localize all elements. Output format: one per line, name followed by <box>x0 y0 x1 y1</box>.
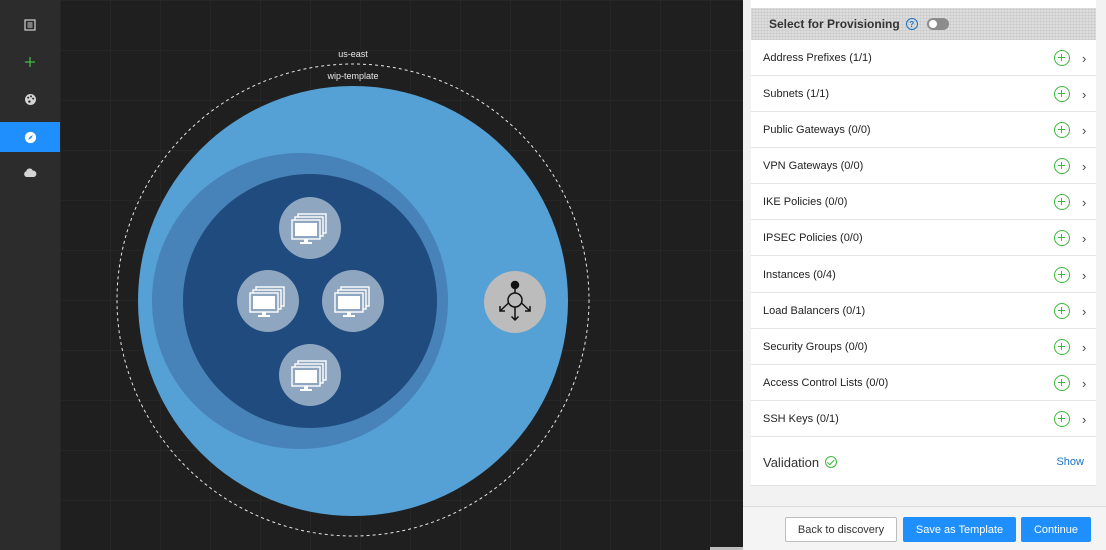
resource-row-load-balancers[interactable]: Load Balancers (0/1) › <box>751 293 1096 329</box>
resource-label: IKE Policies (0/0) <box>763 195 848 208</box>
resource-row-ipsec-policies[interactable]: IPSEC Policies (0/0) › <box>751 220 1096 256</box>
add-circle-icon[interactable] <box>1054 50 1070 66</box>
list-icon <box>24 19 36 31</box>
chevron-right-icon[interactable]: › <box>1082 195 1086 210</box>
resource-label: Access Control Lists (0/0) <box>763 376 889 389</box>
resource-row-security-groups[interactable]: Security Groups (0/0) › <box>751 329 1096 365</box>
resource-label: IPSEC Policies (0/0) <box>763 231 863 244</box>
resource-label: Subnets (1/1) <box>763 87 830 100</box>
add-circle-icon[interactable] <box>1054 230 1070 246</box>
check-circle-icon <box>825 456 838 468</box>
nav-list-button[interactable] <box>0 10 60 40</box>
instance-node[interactable] <box>322 270 384 332</box>
nav-add-button[interactable] <box>0 47 60 77</box>
add-circle-icon[interactable] <box>1054 339 1070 355</box>
chevron-right-icon[interactable]: › <box>1082 268 1086 283</box>
add-circle-icon[interactable] <box>1054 194 1070 210</box>
validation-row: Validation Show <box>751 442 1096 482</box>
panel-footer: Back to discovery Save as Template Conti… <box>743 506 1106 550</box>
continue-button[interactable]: Continue <box>1021 517 1091 542</box>
chevron-right-icon[interactable]: › <box>1082 340 1086 355</box>
nav-rail <box>0 0 60 550</box>
template-label: wip-template <box>327 71 379 81</box>
chevron-right-icon[interactable]: › <box>1082 304 1086 319</box>
resource-row-public-gateways[interactable]: Public Gateways (0/0) › <box>751 112 1096 148</box>
resource-row-subnets[interactable]: Subnets (1/1) › <box>751 76 1096 112</box>
nav-compass-button[interactable] <box>0 122 60 152</box>
instance-node[interactable] <box>279 197 341 259</box>
chevron-right-icon[interactable]: › <box>1082 123 1086 138</box>
resource-label: SSH Keys (0/1) <box>763 412 839 425</box>
add-circle-icon[interactable] <box>1054 303 1070 319</box>
resource-row-ike-policies[interactable]: IKE Policies (0/0) › <box>751 184 1096 220</box>
validation-label: Validation <box>763 454 820 470</box>
chevron-right-icon[interactable]: › <box>1082 159 1086 174</box>
provisioning-panel: Select for Provisioning ? Address Prefix… <box>743 0 1106 550</box>
toggle-knob <box>928 20 937 28</box>
diagram-svg <box>116 63 590 537</box>
add-circle-icon[interactable] <box>1054 122 1070 138</box>
plus-icon <box>25 57 35 67</box>
instance-node[interactable] <box>279 344 341 406</box>
palette-icon <box>24 93 36 105</box>
resource-label: Load Balancers (0/1) <box>763 304 866 317</box>
resource-row-address-prefixes[interactable]: Address Prefixes (1/1) › <box>751 40 1096 76</box>
resource-row-access-control-lists[interactable]: Access Control Lists (0/0) › <box>751 365 1096 401</box>
add-circle-icon[interactable] <box>1054 375 1070 391</box>
chevron-right-icon[interactable]: › <box>1082 51 1086 66</box>
resource-label: VPN Gateways (0/0) <box>763 159 864 172</box>
resource-row-vpn-gateways[interactable]: VPN Gateways (0/0) › <box>751 148 1096 184</box>
chevron-right-icon[interactable]: › <box>1082 376 1086 391</box>
add-circle-icon[interactable] <box>1054 86 1070 102</box>
add-circle-icon[interactable] <box>1054 267 1070 283</box>
save-as-template-button[interactable]: Save as Template <box>903 517 1016 542</box>
resource-label: Instances (0/4) <box>763 268 836 281</box>
validation-show-link[interactable]: Show <box>1056 456 1084 468</box>
diagram-canvas[interactable]: us-east wip-template <box>60 0 743 550</box>
resource-row-ssh-keys[interactable]: SSH Keys (0/1) › <box>751 401 1096 437</box>
help-icon[interactable]: ? <box>905 18 918 30</box>
resource-label: Security Groups (0/0) <box>763 340 868 353</box>
region-label: us-east <box>338 49 368 59</box>
resource-row-instances[interactable]: Instances (0/4) › <box>751 257 1096 293</box>
provisioning-title: Select for Provisioning <box>769 17 900 31</box>
resource-label: Address Prefixes (1/1) <box>763 51 872 64</box>
nav-cloud-button[interactable] <box>0 158 60 188</box>
cloud-icon <box>24 168 37 177</box>
provisioning-toggle[interactable] <box>926 18 949 30</box>
resource-label: Public Gateways (0/0) <box>763 123 871 136</box>
nav-palette-button[interactable] <box>0 84 60 114</box>
chevron-right-icon[interactable]: › <box>1082 412 1086 427</box>
back-to-discovery-button[interactable]: Back to discovery <box>785 517 897 542</box>
chevron-right-icon[interactable]: › <box>1082 231 1086 246</box>
add-circle-icon[interactable] <box>1054 411 1070 427</box>
instance-node[interactable] <box>237 270 299 332</box>
load-balancer-node[interactable] <box>484 271 546 333</box>
chevron-right-icon[interactable]: › <box>1082 87 1086 102</box>
compass-icon <box>24 131 36 143</box>
add-circle-icon[interactable] <box>1054 158 1070 174</box>
provisioning-header: Select for Provisioning ? <box>751 8 1096 40</box>
